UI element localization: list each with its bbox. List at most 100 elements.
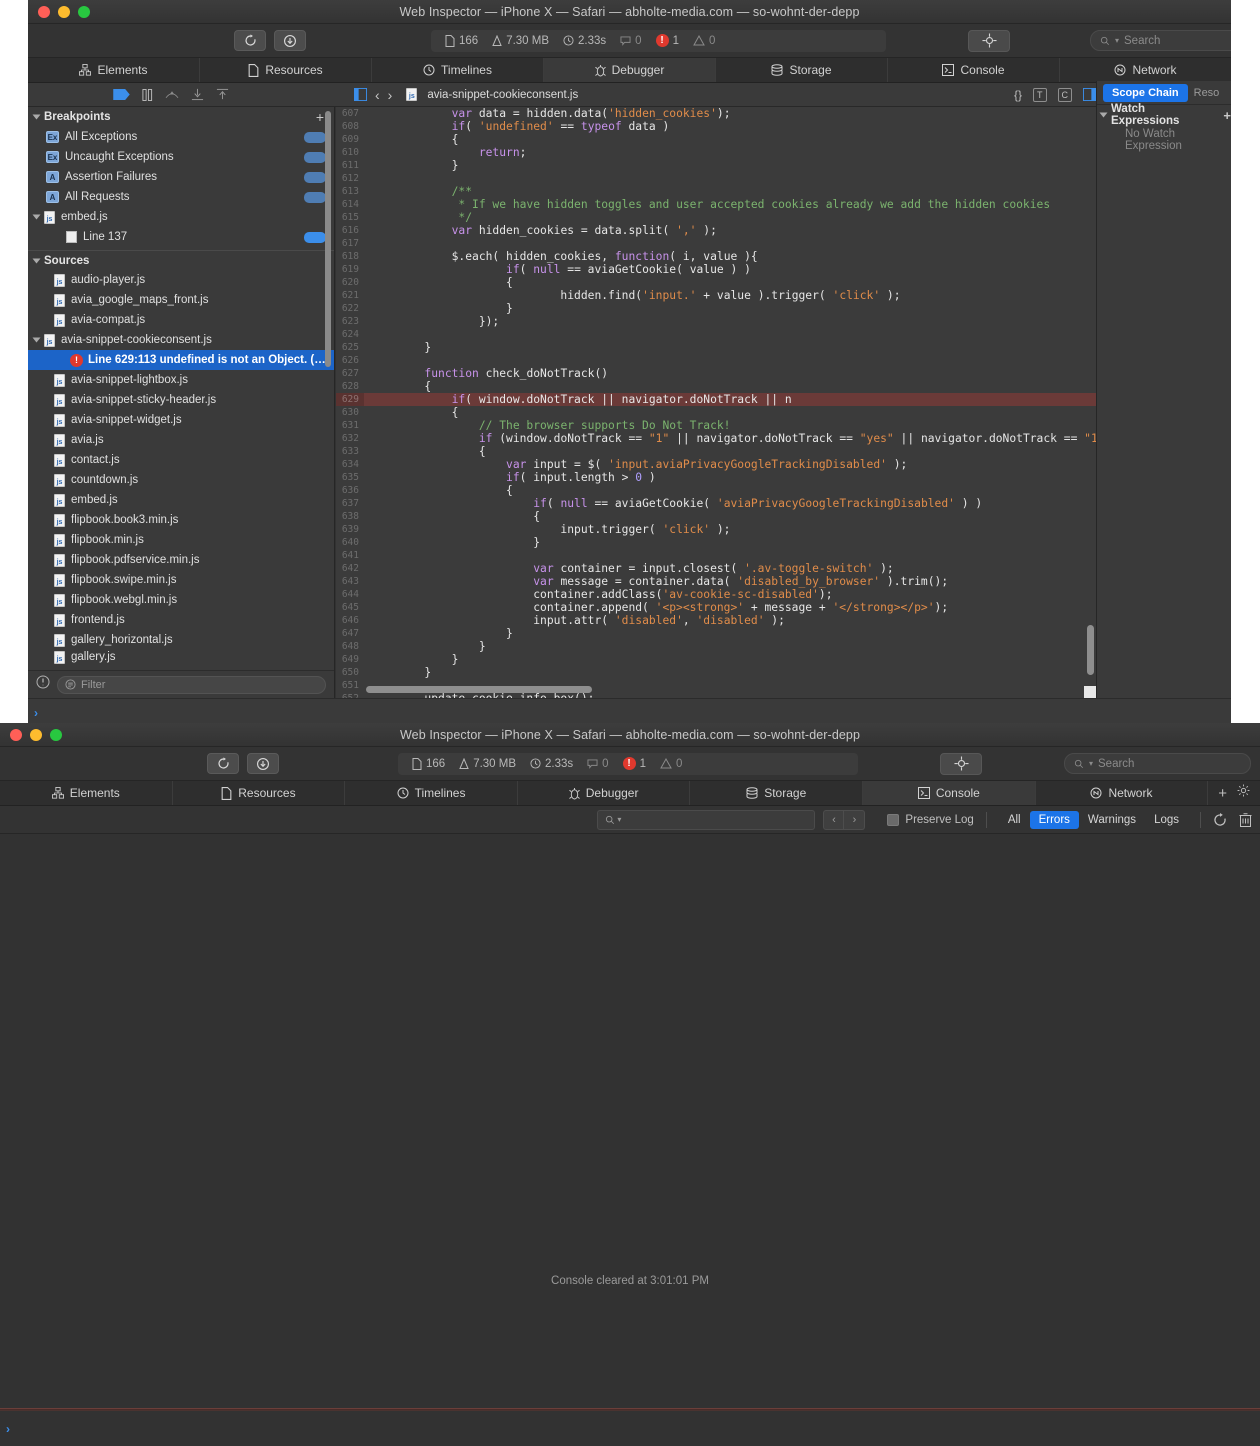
code-line[interactable]: 615 */ (336, 211, 1096, 224)
filter-all-button[interactable]: All (999, 811, 1030, 829)
line-number[interactable]: 634 (336, 458, 364, 471)
code-line[interactable]: 623 }); (336, 315, 1096, 328)
maximize-button[interactable] (50, 728, 62, 741)
element-picker-button[interactable] (968, 29, 1010, 52)
code-line[interactable]: 607 var data = hidden.data('hidden_cooki… (336, 107, 1096, 120)
window-controls-bottom[interactable] (0, 728, 62, 741)
type-tokens-icon[interactable]: T (1033, 87, 1047, 102)
line-number[interactable]: 629 (336, 393, 364, 406)
code-line[interactable]: 642 var container = input.closest( '.av-… (336, 562, 1096, 575)
source-item-flipbook-pdfservice-min[interactable]: js flipbook.pdfservice.min.js (28, 550, 334, 570)
code-line[interactable]: 631 // The browser supports Do Not Track… (336, 419, 1096, 432)
back-icon[interactable]: ‹ (375, 87, 380, 103)
breakpoint-all-exceptions[interactable]: Ex All Exceptions (28, 127, 334, 147)
line-number[interactable]: 644 (336, 588, 364, 601)
code-line[interactable]: 639 input.trigger( 'click' ); (336, 523, 1096, 536)
line-number[interactable]: 650 (336, 666, 364, 679)
code-line[interactable]: 613 /** (336, 185, 1096, 198)
line-number[interactable]: 616 (336, 224, 364, 237)
breakpoint-line-137[interactable]: Line 137 (28, 227, 334, 247)
step-into-icon[interactable] (191, 88, 204, 101)
code-line[interactable]: 648 } (336, 640, 1096, 653)
breakpoint-file-embed-js[interactable]: js embed.js (28, 207, 334, 227)
line-number[interactable]: 632 (336, 432, 364, 445)
code-line[interactable]: 630 { (336, 406, 1096, 419)
sources-section-header[interactable]: Sources (28, 250, 334, 270)
code-line[interactable]: 618 $.each( hidden_cookies, function( i,… (336, 250, 1096, 263)
code-line[interactable]: 608 if( 'undefined' == typeof data ) (336, 120, 1096, 133)
download-button[interactable] (274, 30, 306, 51)
code-line[interactable]: 638 { (336, 510, 1096, 523)
find-previous-button[interactable]: ‹ (823, 809, 845, 830)
line-number[interactable]: 641 (336, 549, 364, 562)
editor-vertical-scrollbar[interactable] (1087, 625, 1094, 675)
code-line[interactable]: 644 container.addClass('av-cookie-sc-dis… (336, 588, 1096, 601)
tab-resources[interactable]: Resources (200, 58, 372, 82)
tab-console[interactable]: Console (888, 58, 1060, 82)
disclosure-triangle-icon[interactable] (32, 214, 41, 220)
source-item-avia-snippet-sticky-header[interactable]: js avia-snippet-sticky-header.js (28, 390, 334, 410)
add-watch-expression-button[interactable]: + (1223, 108, 1231, 123)
line-number[interactable]: 614 (336, 198, 364, 211)
line-number[interactable]: 611 (336, 159, 364, 172)
code-line[interactable]: 628 { (336, 380, 1096, 393)
source-item-avia-snippet-lightbox[interactable]: js avia-snippet-lightbox.js (28, 370, 334, 390)
breakpoint-assertion-failures[interactable]: A Assertion Failures (28, 167, 334, 187)
line-number[interactable]: 648 (336, 640, 364, 653)
source-item-avia[interactable]: js avia.js (28, 430, 334, 450)
source-item-embed[interactable]: js embed.js (28, 490, 334, 510)
source-item-gallery-horizontal[interactable]: js gallery_horizontal.js (28, 630, 334, 650)
breakpoints-section-header[interactable]: Breakpoints + (28, 107, 334, 127)
breakpoint-toggle[interactable] (304, 191, 326, 203)
source-item-countdown[interactable]: js countdown.js (28, 470, 334, 490)
tab-timelines[interactable]: Timelines (372, 58, 544, 82)
line-number[interactable]: 638 (336, 510, 364, 523)
tab-resource[interactable]: Reso (1194, 87, 1220, 99)
watch-expressions-header[interactable]: Watch Expressions + (1097, 103, 1231, 127)
disclosure-triangle-icon[interactable] (32, 258, 41, 263)
line-number[interactable]: 646 (336, 614, 364, 627)
tab-resources[interactable]: Resources (172, 781, 346, 805)
tab-network[interactable]: Network (1035, 781, 1209, 805)
download-button[interactable] (247, 753, 279, 774)
breakpoint-toggle[interactable] (304, 171, 326, 183)
breakpoint-toggle[interactable] (304, 151, 326, 163)
code-line[interactable]: 622 } (336, 302, 1096, 315)
line-number[interactable]: 622 (336, 302, 364, 315)
element-picker-button[interactable] (940, 752, 982, 775)
console-prompt-row[interactable]: › (0, 1410, 1260, 1446)
code-editor[interactable]: 607 var data = hidden.data('hidden_cooki… (336, 107, 1096, 698)
tab-debugger[interactable]: Debugger (517, 781, 691, 805)
code-line[interactable]: 626 (336, 354, 1096, 367)
details-sidebar[interactable]: Scope Chain Reso Watch Expressions + No … (1096, 81, 1231, 698)
line-number[interactable]: 628 (336, 380, 364, 393)
line-number[interactable]: 640 (336, 536, 364, 549)
sidebar-scrollbar[interactable] (325, 111, 331, 367)
navigation-sidebar[interactable]: Breakpoints + Ex All Exceptions Ex Uncau… (28, 107, 335, 698)
code-line[interactable]: 633 { (336, 445, 1096, 458)
line-number[interactable]: 608 (336, 120, 364, 133)
source-item-avia-google-maps-front[interactable]: js avia_google_maps_front.js (28, 290, 334, 310)
settings-gear-icon[interactable] (1237, 784, 1250, 802)
tab-scope-chain[interactable]: Scope Chain (1103, 83, 1188, 102)
line-number[interactable]: 609 (336, 133, 364, 146)
breakpoint-uncaught-exceptions[interactable]: Ex Uncaught Exceptions (28, 147, 334, 167)
code-line[interactable]: 625 } (336, 341, 1096, 354)
code-line[interactable]: 646 input.attr( 'disabled', 'disabled' )… (336, 614, 1096, 627)
pretty-print-icon[interactable]: {} (1014, 88, 1022, 102)
window-controls-top[interactable] (28, 5, 90, 18)
line-number[interactable]: 620 (336, 276, 364, 289)
line-number[interactable]: 627 (336, 367, 364, 380)
add-breakpoint-button[interactable]: + (316, 109, 324, 125)
code-line[interactable]: 650 } (336, 666, 1096, 679)
preserve-log-checkbox[interactable] (887, 813, 900, 826)
source-item-avia-compat[interactable]: js avia-compat.js (28, 310, 334, 330)
source-item-avia-snippet-widget[interactable]: js avia-snippet-widget.js (28, 410, 334, 430)
reload-button[interactable] (234, 30, 266, 51)
console-filter-input[interactable]: ▾ (597, 809, 816, 830)
line-number[interactable]: 610 (336, 146, 364, 159)
line-number[interactable]: 631 (336, 419, 364, 432)
minimize-button[interactable] (30, 728, 42, 741)
code-line[interactable]: 617 (336, 237, 1096, 250)
maximize-button[interactable] (78, 5, 90, 18)
